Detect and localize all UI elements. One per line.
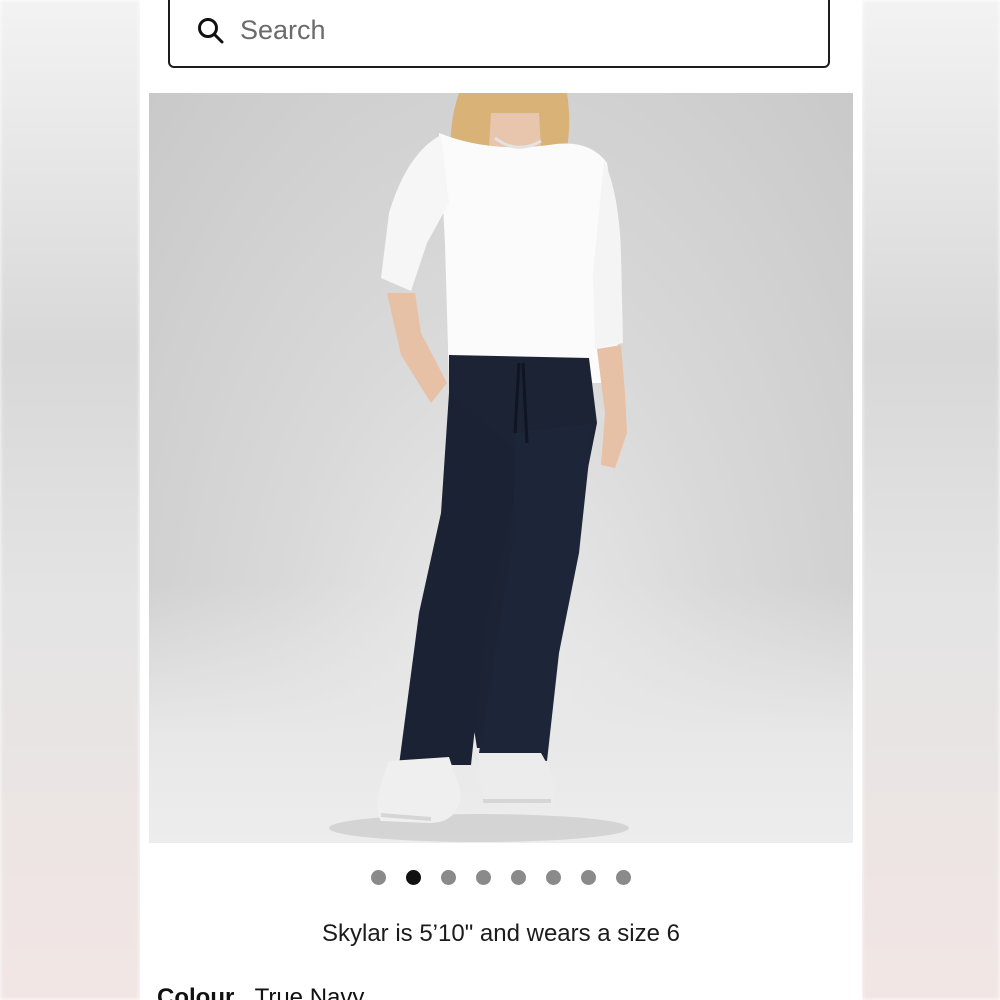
- search-input[interactable]: [240, 10, 800, 50]
- right-backdrop: [862, 0, 1000, 1000]
- carousel-dot[interactable]: [546, 870, 561, 885]
- search-bar[interactable]: [168, 0, 830, 68]
- carousel-dot[interactable]: [476, 870, 491, 885]
- carousel-dot[interactable]: [581, 870, 596, 885]
- carousel-dot[interactable]: [406, 870, 421, 885]
- product-image[interactable]: [149, 93, 853, 843]
- carousel-indicators: [140, 870, 862, 885]
- colour-label: Colour: [157, 984, 235, 1000]
- colour-value: True Navy: [254, 984, 365, 1000]
- colour-row: Colour True Navy: [157, 984, 364, 1000]
- carousel-dot[interactable]: [616, 870, 631, 885]
- model-size-note: Skylar is 5’10" and wears a size 6: [321, 920, 681, 947]
- carousel-dot[interactable]: [371, 870, 386, 885]
- carousel-dot[interactable]: [441, 870, 456, 885]
- carousel-dot[interactable]: [511, 870, 526, 885]
- left-backdrop: [0, 0, 140, 1000]
- model-photo: [329, 93, 629, 842]
- search-icon: [198, 18, 224, 44]
- product-page: Skylar is 5’10" and wears a size 6 Colou…: [140, 0, 862, 1000]
